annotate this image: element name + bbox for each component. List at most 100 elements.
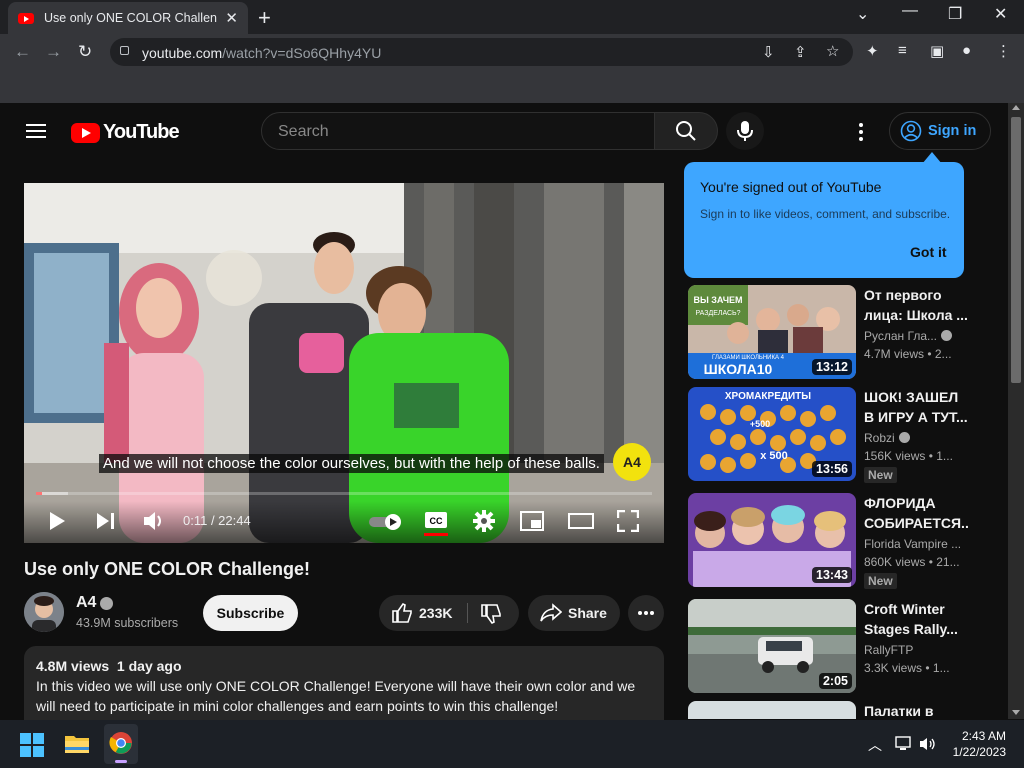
share-button[interactable]: Share xyxy=(528,595,620,631)
youtube-header: YouTube Search Sign in xyxy=(0,103,1008,159)
video-thumbnail[interactable]: 13:43 xyxy=(688,493,856,587)
video-thumbnail[interactable]: ВЫ ЗАЧЕМ РАЗДЕЛАСЬ? ГЛАЗАМИ ШКОЛЬНИКА 4 … xyxy=(688,285,856,379)
subscribe-button[interactable]: Subscribe xyxy=(203,595,298,631)
thumbnail-text: x 500 xyxy=(760,450,788,462)
volume-tray-icon[interactable] xyxy=(919,736,937,752)
like-thumb-icon[interactable] xyxy=(391,602,413,624)
related-video-title[interactable]: Палатки в xyxy=(864,701,968,719)
player-controls: 0:11 / 22:44 CC xyxy=(24,501,664,543)
side-panel-icon[interactable]: ▣ xyxy=(930,42,944,60)
video-thumbnail[interactable]: 2:05 xyxy=(688,599,856,693)
close-window-button[interactable]: ✕ xyxy=(994,4,1007,24)
chrome-taskbar-button[interactable] xyxy=(104,724,138,764)
voice-search-button[interactable] xyxy=(726,112,764,150)
file-explorer-icon[interactable] xyxy=(64,732,90,754)
related-video[interactable]: 13:43 ФЛОРИДА СОБИРАЕТСЯ... Florida Vampi… xyxy=(688,493,978,589)
page-scrollbar[interactable] xyxy=(1008,103,1024,719)
volume-icon[interactable] xyxy=(143,511,165,531)
youtube-logo[interactable]: YouTube xyxy=(71,121,180,144)
play-icon[interactable] xyxy=(48,511,66,531)
media-control-icon[interactable]: ≡ xyxy=(898,42,907,59)
search-input[interactable]: Search xyxy=(261,112,655,150)
settings-gear-icon[interactable] xyxy=(473,510,495,532)
video-player[interactable]: And we will not choose the color ourselv… xyxy=(24,183,664,543)
miniplayer-icon[interactable] xyxy=(520,511,544,531)
next-icon[interactable] xyxy=(96,512,116,530)
related-video-views: 4.7M views • 2... xyxy=(864,347,952,361)
related-video-channel[interactable]: Florida Vampire ... xyxy=(864,537,961,551)
related-video-title[interactable]: ФЛОРИДА СОБИРАЕТСЯ... xyxy=(864,493,968,533)
settings-kebab-icon[interactable] xyxy=(858,123,864,141)
video-thumbnail[interactable] xyxy=(688,701,856,719)
related-video-views: 3.3K views • 1... xyxy=(864,661,950,675)
like-count[interactable]: 233K xyxy=(419,605,452,621)
share-icon[interactable]: ⇪ xyxy=(794,43,807,61)
windows-start-icon[interactable] xyxy=(20,733,44,757)
sign-in-button[interactable]: Sign in xyxy=(889,112,991,150)
install-icon[interactable]: ⇩ xyxy=(762,43,775,61)
related-video-channel[interactable]: RallyFTP xyxy=(864,643,913,657)
tab-title: Use only ONE COLOR Challenge! - YouTube xyxy=(44,11,217,25)
related-video[interactable]: ХРОМАКРЕДИТЫ +500 x 500 13:56 ШОК! ЗАШЕЛ… xyxy=(688,387,978,483)
more-horizontal-icon xyxy=(638,611,654,615)
related-video-channel[interactable]: Robzi xyxy=(864,431,910,445)
autoplay-toggle-icon[interactable] xyxy=(369,514,403,530)
video-duration: 13:56 xyxy=(812,461,852,477)
system-clock[interactable]: 2:43 AM 1/22/2023 xyxy=(946,728,1006,760)
video-duration: 13:12 xyxy=(812,359,852,375)
progress-bar[interactable] xyxy=(36,492,652,495)
related-video[interactable]: ВЫ ЗАЧЕМ РАЗДЕЛАСЬ? ГЛАЗАМИ ШКОЛЬНИКА 4 … xyxy=(688,285,978,379)
back-button[interactable]: ← xyxy=(14,42,31,62)
video-thumbnail[interactable]: ХРОМАКРЕДИТЫ +500 x 500 13:56 xyxy=(688,387,856,481)
sign-in-label: Sign in xyxy=(928,123,977,139)
fullscreen-icon[interactable] xyxy=(617,510,639,532)
thumbnail-text: ШКОЛА10 xyxy=(704,361,773,377)
related-video-title[interactable]: Croft Winter Stages Rally... xyxy=(864,599,968,639)
share-label: Share xyxy=(568,605,607,621)
subtitles-icon[interactable]: CC xyxy=(424,511,448,537)
url-text: youtube.com/watch?v=dSo6QHhy4YU xyxy=(142,45,382,61)
account-circle-icon xyxy=(900,120,922,142)
description-text: In this video we will use only ONE COLOR… xyxy=(36,678,636,714)
browser-menu-icon[interactable]: ⋮ xyxy=(996,42,1011,60)
profile-icon[interactable]: ● xyxy=(962,42,971,59)
theater-mode-icon[interactable] xyxy=(568,513,594,529)
related-video[interactable]: 2:05 Croft Winter Stages Rally... RallyFT… xyxy=(688,599,978,693)
scroll-down-arrow-icon[interactable] xyxy=(1012,710,1020,715)
more-actions-button[interactable] xyxy=(628,595,664,631)
signed-out-tooltip: You're signed out of YouTube Sign in to … xyxy=(684,152,964,278)
channel-name[interactable]: A4 xyxy=(76,594,96,612)
related-video[interactable]: Палатки в xyxy=(688,701,978,719)
related-video-title[interactable]: ШОК! ЗАШЕЛ В ИГРУ А ТУТ... xyxy=(864,387,968,427)
forward-button[interactable]: → xyxy=(45,42,62,62)
channel-avatar[interactable] xyxy=(24,592,64,632)
network-icon[interactable] xyxy=(895,736,913,752)
new-tab-button[interactable]: + xyxy=(258,5,271,31)
restore-button[interactable]: ❐ xyxy=(948,4,962,24)
extensions-icon[interactable]: ✦ xyxy=(866,42,879,60)
views-and-date: 4.8M views 1 day ago xyxy=(36,658,182,674)
address-bar[interactable]: youtube.com/watch?v=dSo6QHhy4YU ⇩ ⇪ ☆ xyxy=(110,38,853,66)
scrollbar-thumb[interactable] xyxy=(1011,117,1021,383)
browser-tab[interactable]: Use only ONE COLOR Challenge! - YouTube … xyxy=(8,2,248,34)
dislike-thumb-icon[interactable] xyxy=(480,603,502,625)
youtube-wordmark: YouTube xyxy=(103,121,180,143)
windows-taskbar: ︿ 2:43 AM 1/22/2023 xyxy=(0,720,1024,768)
bookmark-star-icon[interactable]: ☆ xyxy=(826,42,839,60)
reload-button[interactable]: ↻ xyxy=(78,42,92,62)
minimize-button[interactable]: — xyxy=(902,2,918,20)
scroll-up-arrow-icon[interactable] xyxy=(1012,105,1020,110)
tab-search-icon[interactable]: ⌄ xyxy=(856,4,869,24)
tab-close-icon[interactable]: ✕ xyxy=(225,9,238,27)
thumbnail-text: +500 xyxy=(750,419,770,429)
show-hidden-icons-icon[interactable]: ︿ xyxy=(868,735,882,755)
related-video-channel[interactable]: Руслан Гла... xyxy=(864,329,953,343)
got-it-button[interactable]: Got it xyxy=(910,244,947,260)
verified-badge-icon xyxy=(100,597,113,610)
video-title: Use only ONE COLOR Challenge! xyxy=(24,559,311,579)
microphone-icon xyxy=(737,121,753,141)
guide-menu-icon[interactable] xyxy=(26,124,46,138)
related-video-title[interactable]: От первого лица: Школа ... xyxy=(864,285,968,325)
channel-watermark[interactable]: A4 xyxy=(613,443,651,481)
search-button[interactable] xyxy=(654,112,718,150)
